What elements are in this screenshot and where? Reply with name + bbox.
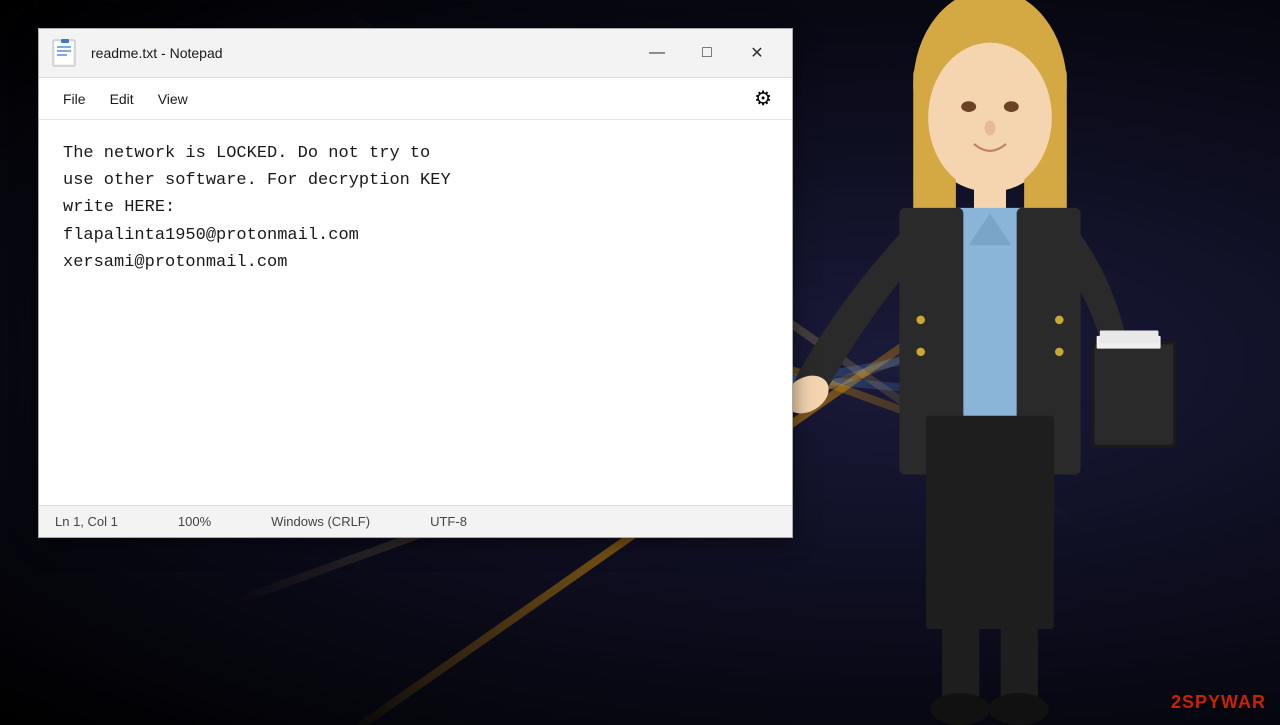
menu-view[interactable]: View (146, 87, 200, 111)
minimize-button[interactable]: — (634, 37, 680, 69)
notepad-icon (51, 39, 79, 67)
menu-file[interactable]: File (51, 87, 98, 111)
menu-edit[interactable]: Edit (98, 87, 146, 111)
text-content-area[interactable]: The network is LOCKED. Do not try to use… (39, 120, 792, 505)
window-controls: — □ ✕ (634, 37, 780, 69)
watermark: 2SPYWAR (1171, 692, 1266, 713)
window-title: readme.txt - Notepad (91, 45, 634, 61)
menu-bar: File Edit View ⚙ (39, 78, 792, 120)
close-button[interactable]: ✕ (734, 37, 780, 69)
cursor-position: Ln 1, Col 1 (55, 514, 118, 529)
notepad-window: readme.txt - Notepad — □ ✕ File Edit Vie… (38, 28, 793, 538)
zoom-level: 100% (178, 514, 211, 529)
status-bar: Ln 1, Col 1 100% Windows (CRLF) UTF-8 (39, 505, 792, 537)
encoding: UTF-8 (430, 514, 467, 529)
title-bar: readme.txt - Notepad — □ ✕ (39, 29, 792, 78)
line-ending: Windows (CRLF) (271, 514, 370, 529)
maximize-button[interactable]: □ (684, 37, 730, 69)
settings-icon[interactable]: ⚙ (746, 82, 780, 115)
